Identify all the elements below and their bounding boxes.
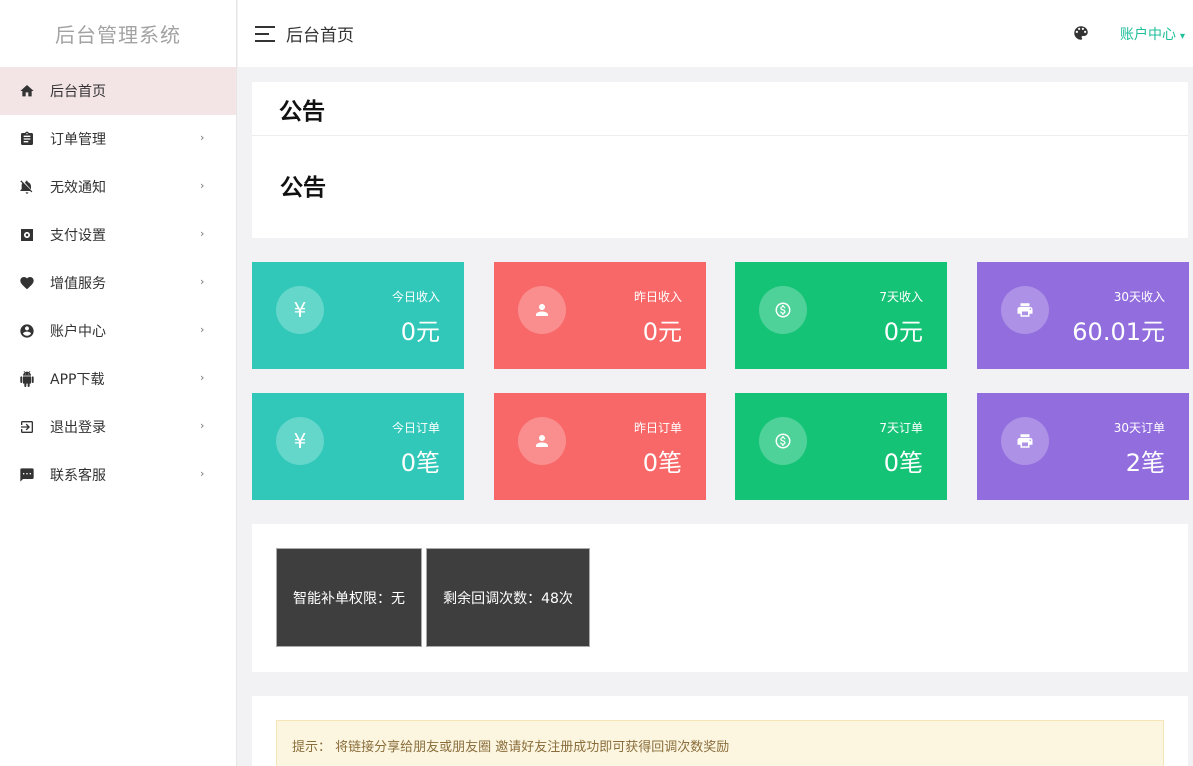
chevron-right-icon: › [200, 467, 205, 480]
chevron-right-icon: › [200, 371, 205, 384]
stat-card-today-orders: ¥ 今日订单 0笔 [252, 393, 464, 500]
stat-label: 7天订单 [879, 421, 923, 435]
chevron-right-icon: › [200, 227, 205, 240]
sidebar-item-value-added[interactable]: 增值服务 › [0, 259, 236, 307]
gear-box-icon [19, 227, 35, 243]
stat-value: 2笔 [1125, 449, 1165, 477]
bell-off-icon [19, 179, 35, 195]
announcement-heading: 公告 [252, 82, 1188, 136]
stat-label: 30天收入 [1113, 290, 1165, 304]
stat-value: 0元 [883, 318, 923, 346]
stat-label: 今日收入 [391, 290, 440, 304]
sidebar-item-account[interactable]: 账户中心 › [0, 307, 236, 355]
stat-card-30day-orders: 30天订单 2笔 [977, 393, 1189, 500]
logout-icon [19, 419, 35, 435]
sidebar: 后台管理系统 后台首页 订单管理 › 无效通知 › 支付设置 › 增值服务 › [0, 0, 237, 766]
brand-title: 后台管理系统 [55, 23, 181, 47]
sidebar-item-home[interactable]: 后台首页 [0, 67, 236, 115]
printer-icon [1001, 286, 1049, 334]
yen-icon: ¥ [276, 417, 324, 465]
stat-card-7day-income: 7天收入 0元 [735, 262, 947, 369]
sidebar-item-invalid-notifications[interactable]: 无效通知 › [0, 163, 236, 211]
sidebar-item-label: 增值服务 [50, 276, 106, 292]
chevron-right-icon: › [200, 131, 205, 144]
stat-value: 0元 [400, 318, 440, 346]
announcement-body: 公告 [280, 175, 326, 201]
sidebar-item-logout[interactable]: 退出登录 › [0, 403, 236, 451]
user-icon [518, 286, 566, 334]
chevron-right-icon: › [200, 323, 205, 336]
sidebar-item-orders[interactable]: 订单管理 › [0, 115, 236, 163]
stat-value: 60.01元 [1072, 318, 1165, 346]
stat-value: 0笔 [400, 449, 440, 477]
sidebar-item-label: 后台首页 [50, 84, 106, 100]
user-icon [518, 417, 566, 465]
coin-icon [759, 286, 807, 334]
account-circle-icon [19, 323, 35, 339]
chat-icon [19, 467, 35, 483]
tip-card: 提示： 将链接分享给朋友或朋友圈 邀请好友注册成功即可获得回调次数奖励 [252, 696, 1188, 766]
clipboard-icon [19, 131, 35, 147]
yen-icon: ¥ [276, 286, 324, 334]
callbacks-remaining-badge: 剩余回调次数：48次 [426, 548, 590, 647]
sidebar-item-app-download[interactable]: APP下载 › [0, 355, 236, 403]
palette-icon[interactable] [1072, 24, 1090, 42]
announcement-card: 公告 公告 [252, 82, 1188, 238]
permissions-card: 智能补单权限：无 剩余回调次数：48次 [252, 524, 1188, 672]
smart-refill-permission-badge: 智能补单权限：无 [276, 548, 422, 647]
referral-tip-alert: 提示： 将链接分享给朋友或朋友圈 邀请好友注册成功即可获得回调次数奖励 [276, 720, 1164, 766]
sidebar-item-label: 联系客服 [50, 468, 106, 484]
chevron-right-icon: › [200, 419, 205, 432]
stat-label: 昨日订单 [633, 421, 682, 435]
stat-card-today-income: ¥ 今日收入 0元 [252, 262, 464, 369]
caret-down-icon: ▾ [1179, 31, 1185, 42]
stat-label: 今日订单 [391, 421, 440, 435]
menu-toggle-icon[interactable] [255, 25, 275, 42]
heart-icon [19, 275, 35, 291]
home-icon [19, 83, 35, 99]
page-title: 后台首页 [286, 26, 354, 46]
chevron-right-icon: › [200, 275, 205, 288]
sidebar-item-label: 退出登录 [50, 420, 106, 436]
chevron-right-icon: › [200, 179, 205, 192]
sidebar-item-payment-settings[interactable]: 支付设置 › [0, 211, 236, 259]
account-center-label: 账户中心 [1119, 27, 1176, 43]
sidebar-item-label: 账户中心 [50, 324, 106, 340]
stat-label: 昨日收入 [633, 290, 682, 304]
sidebar-item-label: 无效通知 [50, 180, 106, 196]
stat-card-7day-orders: 7天订单 0笔 [735, 393, 947, 500]
sidebar-item-contact-support[interactable]: 联系客服 › [0, 451, 236, 499]
top-header: 后台首页 账户中心 ▾ [238, 0, 1193, 67]
stat-value: 0笔 [883, 449, 923, 477]
sidebar-item-label: 支付设置 [50, 228, 106, 244]
stat-card-yesterday-orders: 昨日订单 0笔 [494, 393, 706, 500]
stat-card-30day-income: 30天收入 60.01元 [977, 262, 1189, 369]
stat-label: 30天订单 [1113, 421, 1165, 435]
printer-icon [1001, 417, 1049, 465]
coin-icon [759, 417, 807, 465]
stat-label: 7天收入 [879, 290, 923, 304]
account-center-dropdown[interactable]: 账户中心 ▾ [1120, 24, 1185, 44]
android-icon [19, 371, 35, 387]
stat-value: 0笔 [642, 449, 682, 477]
stat-value: 0元 [642, 318, 682, 346]
sidebar-item-label: 订单管理 [50, 132, 106, 148]
stat-card-yesterday-income: 昨日收入 0元 [494, 262, 706, 369]
sidebar-item-label: APP下载 [50, 372, 105, 388]
